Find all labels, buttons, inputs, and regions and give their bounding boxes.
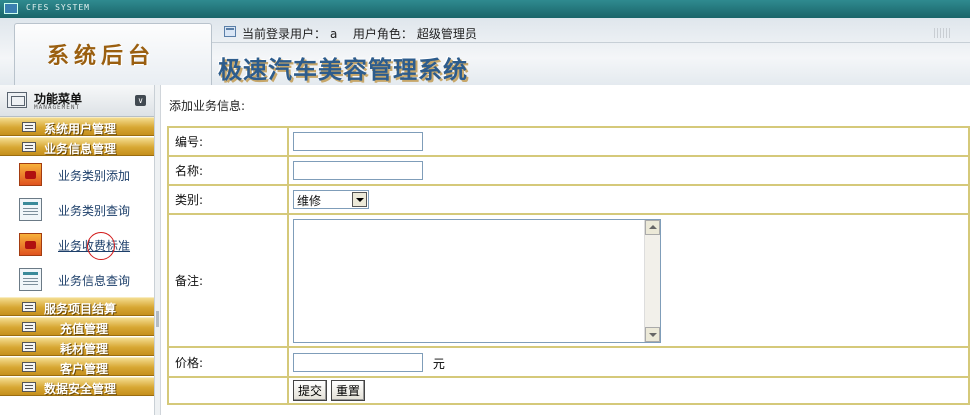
list-icon [22, 142, 36, 152]
sidebar: 功能菜单 MANAGEMENT ∨ 系统用户管理 业务信息管理 业务类别添加 业… [0, 85, 155, 415]
fee-standard-icon [19, 233, 42, 256]
sidebar-group-data-security[interactable]: 数据安全管理 [0, 377, 154, 396]
query-document-icon [19, 198, 42, 221]
sidebar-item-label[interactable]: 业务信息查询 [58, 272, 130, 289]
sidebar-group-label: 耗材管理 [60, 342, 109, 356]
category-label: 类别: [167, 184, 289, 215]
price-cell: 元 [287, 346, 970, 378]
price-label: 价格: [167, 346, 289, 378]
name-label: 名称: [167, 155, 289, 186]
price-input[interactable] [293, 352, 423, 372]
list-icon [22, 302, 36, 312]
reset-button[interactable]: 重置 [331, 380, 366, 401]
category-select[interactable]: 维修 [293, 190, 369, 209]
sidebar-group-label: 业务信息管理 [44, 142, 117, 156]
sidebar-group-label: 数据安全管理 [44, 382, 117, 396]
submit-button[interactable]: 提交 [293, 380, 328, 401]
query-document-icon [19, 268, 42, 291]
sidebar-group-consumables[interactable]: 耗材管理 [0, 337, 154, 356]
user-info: 当前登录用户： a 用户角色： 超级管理员 [242, 25, 481, 42]
sidebar-item-fee-standard[interactable]: 业务收费标准 [0, 227, 154, 262]
sidebar-item-add-category[interactable]: 业务类别添加 [0, 157, 154, 192]
number-label: 编号: [167, 126, 289, 157]
sidebar-header: 功能菜单 MANAGEMENT ∨ [0, 85, 154, 117]
remark-scrollbar[interactable] [644, 219, 660, 342]
business-form-table: 编号: 名称: 类别: 维修 备注: 价格: 元 提交 重置 [167, 126, 970, 405]
price-unit: 元 [432, 356, 445, 371]
user-info-bar: 当前登录用户： a 用户角色： 超级管理员 [212, 23, 970, 43]
list-icon [22, 322, 36, 332]
sidebar-item-label[interactable]: 业务类别查询 [58, 202, 130, 219]
menu-subtitle: MANAGEMENT [34, 104, 81, 111]
sidebar-group-label: 客户管理 [60, 362, 109, 376]
monitor-icon [4, 3, 18, 14]
chevron-down-icon[interactable] [352, 192, 367, 207]
collapse-icon[interactable]: ∨ [135, 95, 146, 106]
scroll-down-icon[interactable] [645, 326, 660, 342]
number-cell [287, 126, 970, 157]
list-icon [22, 342, 36, 352]
app-title: 极速汽车美容管理系统 [218, 55, 468, 84]
sidebar-item-query-category[interactable]: 业务类别查询 [0, 192, 154, 227]
system-label: CFES SYSTEM [26, 3, 90, 12]
click-indicator [87, 232, 115, 260]
user-window-icon [224, 26, 236, 37]
add-category-icon [19, 163, 42, 186]
scroll-up-icon[interactable] [645, 219, 660, 235]
list-icon [22, 362, 36, 372]
category-selected-value: 维修 [297, 194, 322, 208]
sidebar-splitter[interactable] [155, 85, 161, 415]
name-input[interactable] [293, 161, 423, 180]
sidebar-group-label: 充值管理 [60, 322, 109, 336]
backend-title: 系统后台 [47, 43, 156, 69]
button-cell: 提交 重置 [287, 376, 970, 405]
role-value: 超级管理员 [416, 27, 477, 41]
sidebar-group-system-users[interactable]: 系统用户管理 [0, 117, 154, 136]
list-icon [22, 382, 36, 392]
header: 系统后台 当前登录用户： a 用户角色： 超级管理员 极速汽车美容管理系统 [0, 18, 970, 85]
remark-label: 备注: [167, 213, 289, 348]
sidebar-group-label: 系统用户管理 [44, 122, 117, 136]
gripper-icon [934, 28, 950, 38]
main-content: 添加业务信息: 编号: 名称: 类别: 维修 备注: 价格: 元 提交 重置 [162, 85, 970, 415]
sidebar-group-service-settlement[interactable]: 服务项目结算 [0, 297, 154, 316]
user-value: a [330, 27, 338, 41]
role-label: 用户角色： [352, 27, 413, 41]
sidebar-group-label: 服务项目结算 [44, 302, 117, 316]
menu-icon [7, 92, 27, 108]
sidebar-group-recharge[interactable]: 充值管理 [0, 317, 154, 336]
sidebar-item-label[interactable]: 业务类别添加 [58, 167, 130, 184]
number-input[interactable] [293, 132, 423, 151]
backend-tab: 系统后台 [14, 23, 212, 85]
name-cell [287, 155, 970, 186]
category-cell: 维修 [287, 184, 970, 215]
sidebar-group-customers[interactable]: 客户管理 [0, 357, 154, 376]
top-bar: CFES SYSTEM [0, 0, 970, 18]
empty-label-cell [167, 376, 289, 405]
sidebar-group-business-info[interactable]: 业务信息管理 [0, 137, 154, 156]
user-label: 当前登录用户： [242, 27, 327, 41]
form-title: 添加业务信息: [169, 99, 246, 113]
sidebar-item-query-business[interactable]: 业务信息查询 [0, 262, 154, 297]
remark-cell [287, 213, 970, 348]
remark-textarea[interactable] [293, 218, 661, 343]
list-icon [22, 122, 36, 132]
